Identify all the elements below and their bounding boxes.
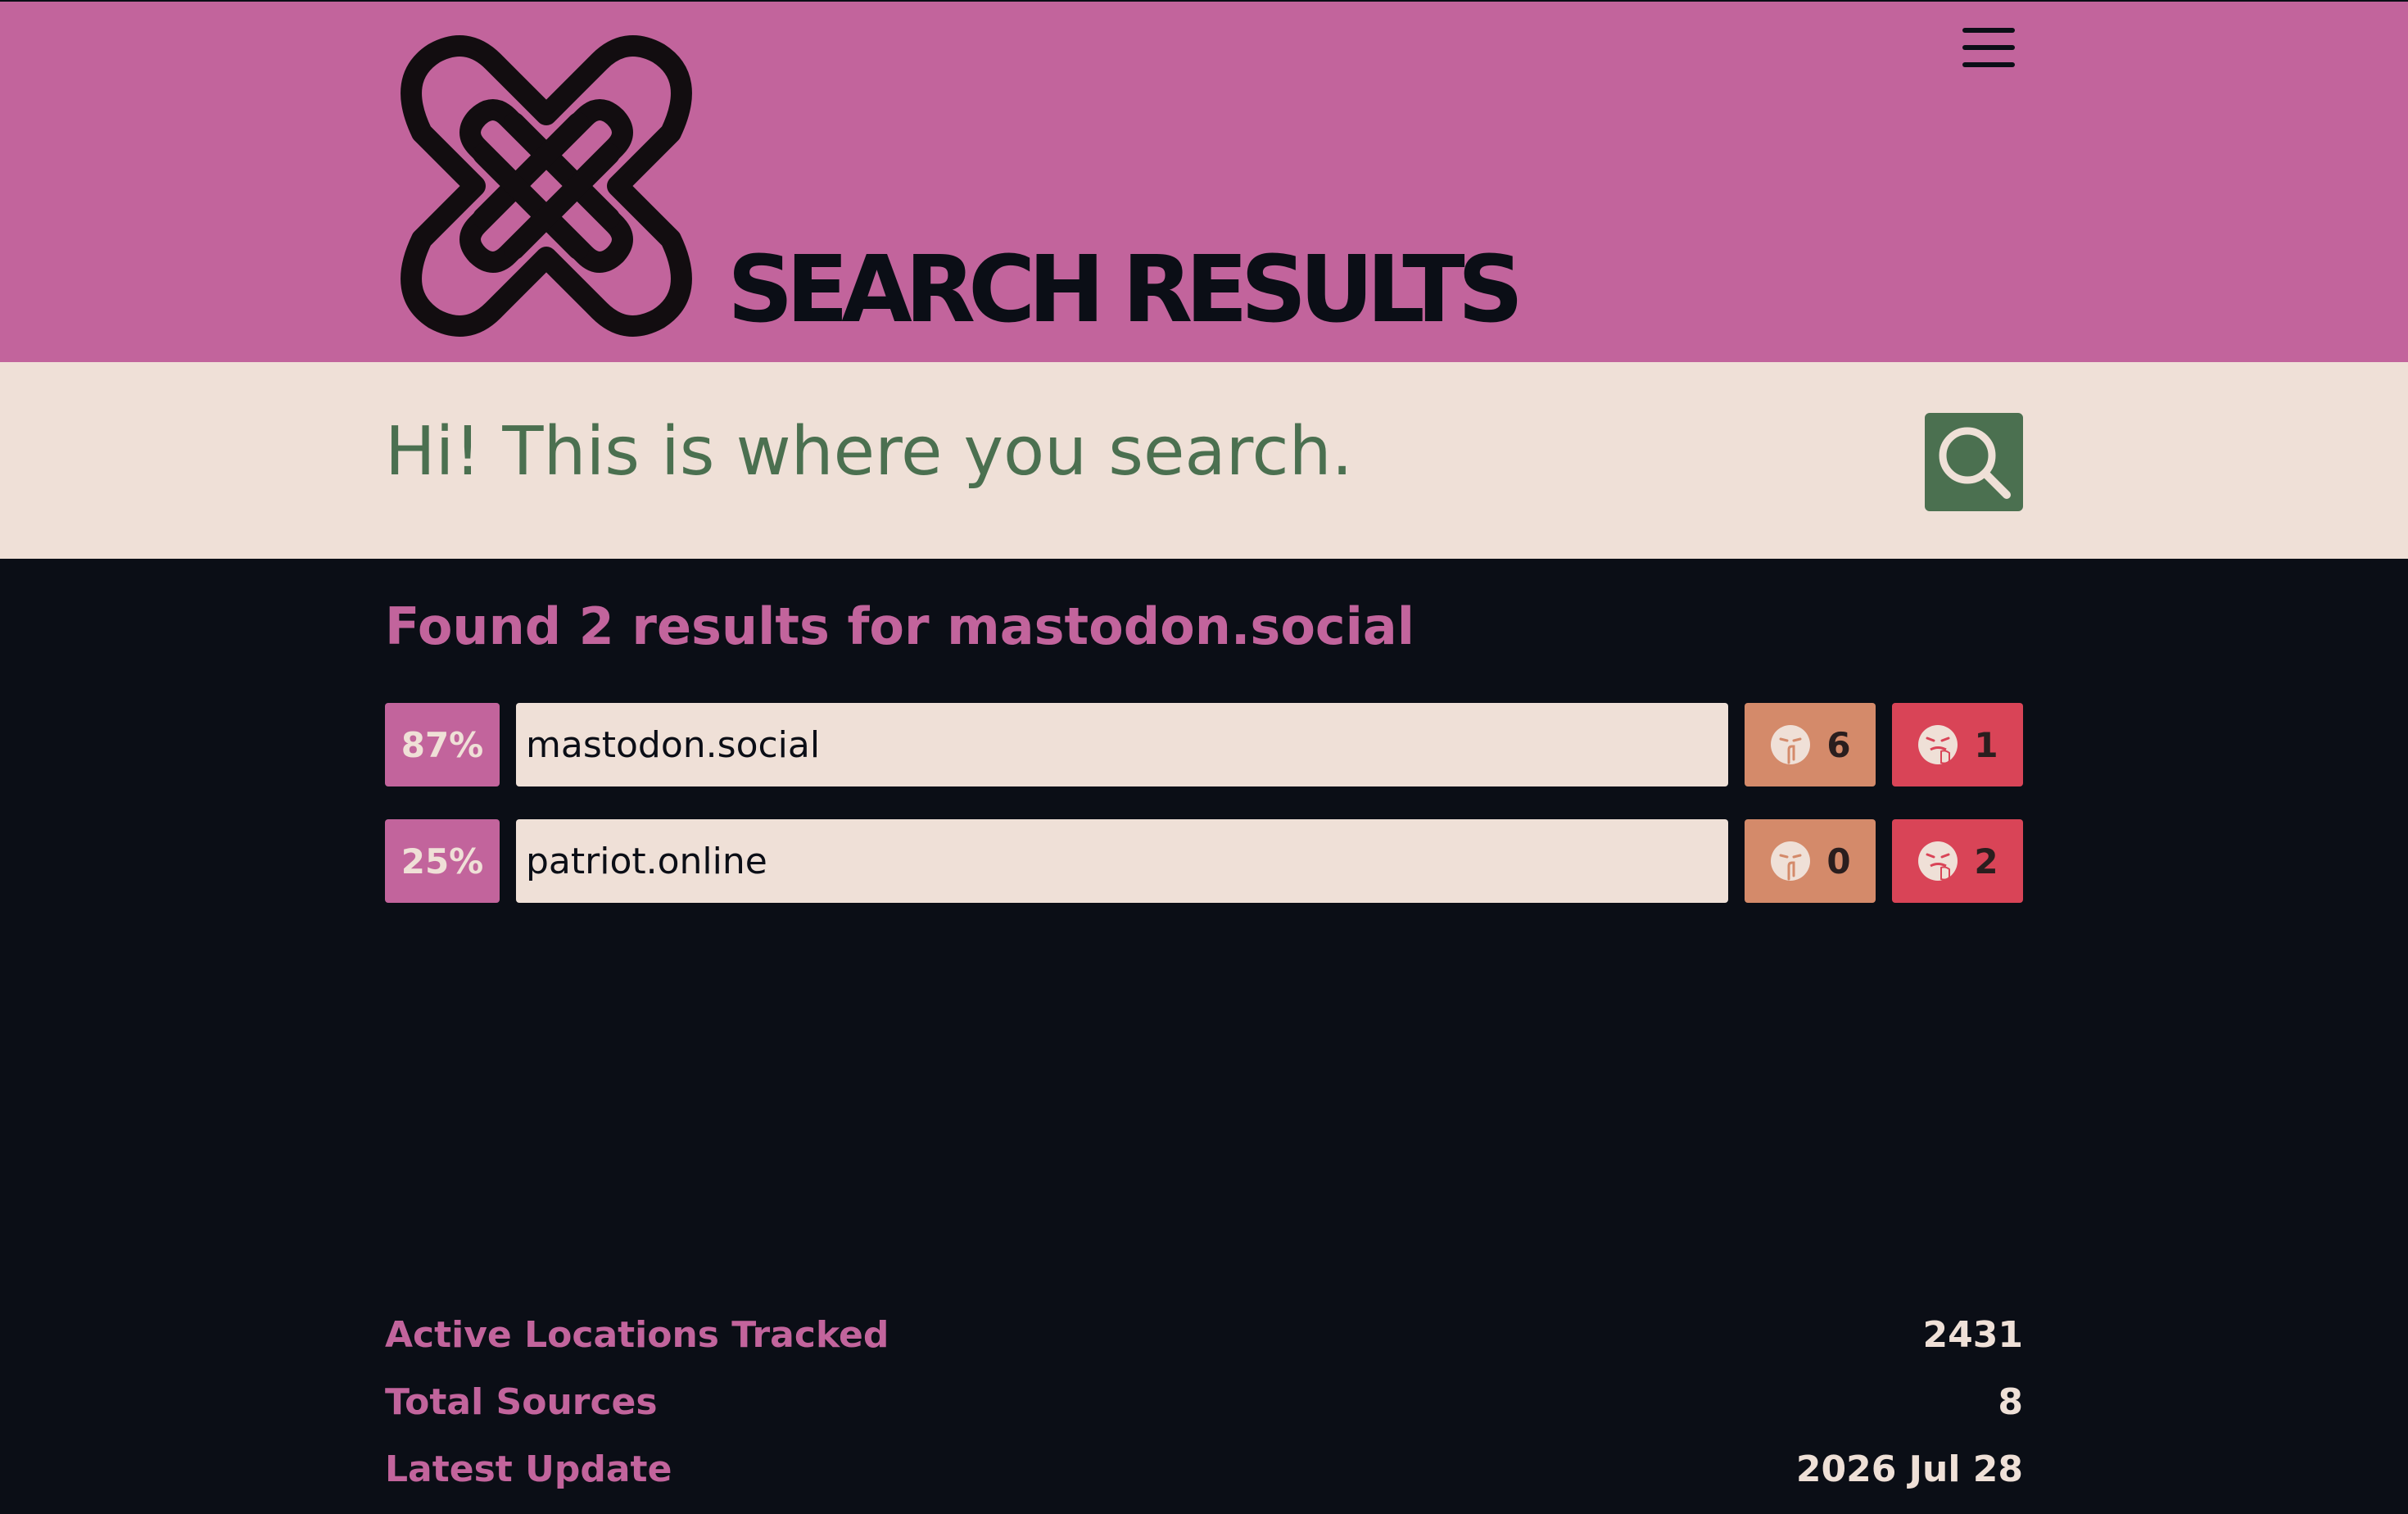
hamburger-menu-icon[interactable] bbox=[1962, 28, 2015, 74]
silenced-count: 6 bbox=[1826, 724, 1851, 765]
shushing-face-icon bbox=[1771, 725, 1811, 764]
vomiting-face-icon bbox=[1918, 725, 1958, 764]
search-button[interactable] bbox=[1925, 413, 2023, 511]
result-row: 25% patriot.online 0 2 bbox=[385, 819, 2023, 903]
menu-bar bbox=[1962, 28, 2015, 33]
blocked-count-badge[interactable]: 2 bbox=[1892, 819, 2023, 903]
stat-value: 2431 bbox=[1922, 1314, 2023, 1356]
blocked-count: 1 bbox=[1974, 724, 1998, 765]
match-percent-badge: 87% bbox=[385, 703, 500, 786]
shushing-face-icon bbox=[1771, 841, 1811, 881]
blocked-count-badge[interactable]: 1 bbox=[1892, 703, 2023, 786]
stat-row: Active Locations Tracked 2431 bbox=[385, 1314, 2023, 1363]
result-domain-link[interactable]: patriot.online bbox=[516, 819, 1728, 903]
result-row: 87% mastodon.social 6 1 bbox=[385, 703, 2023, 786]
menu-bar bbox=[1962, 62, 2015, 67]
stat-row: Latest Update 2026 Jul 28 bbox=[385, 1448, 2023, 1498]
stat-row: Total Sources 8 bbox=[385, 1381, 2023, 1430]
blocked-count: 2 bbox=[1974, 841, 1998, 882]
stat-label: Active Locations Tracked bbox=[385, 1314, 889, 1356]
silenced-count-badge[interactable]: 0 bbox=[1745, 819, 1876, 903]
result-domain-link[interactable]: mastodon.social bbox=[516, 703, 1728, 786]
page-header: SEARCH RESULTS bbox=[0, 2, 2408, 362]
stat-value: 2026 Jul 28 bbox=[1795, 1448, 2023, 1490]
menu-bar bbox=[1962, 45, 2015, 50]
silenced-count-badge[interactable]: 6 bbox=[1745, 703, 1876, 786]
match-percent-badge: 25% bbox=[385, 819, 500, 903]
vomiting-face-icon bbox=[1918, 841, 1958, 881]
search-icon bbox=[1939, 427, 2011, 499]
stat-label: Total Sources bbox=[385, 1381, 658, 1423]
search-input[interactable] bbox=[385, 390, 1900, 513]
search-bar bbox=[0, 362, 2408, 559]
stat-value: 8 bbox=[1998, 1381, 2023, 1423]
silenced-count: 0 bbox=[1826, 841, 1851, 882]
stat-label: Latest Update bbox=[385, 1448, 672, 1490]
page-title: SEARCH RESULTS bbox=[727, 237, 1523, 343]
results-summary: Found 2 results for mastodon.social bbox=[385, 596, 1415, 656]
knot-logo-icon[interactable] bbox=[385, 25, 708, 347]
